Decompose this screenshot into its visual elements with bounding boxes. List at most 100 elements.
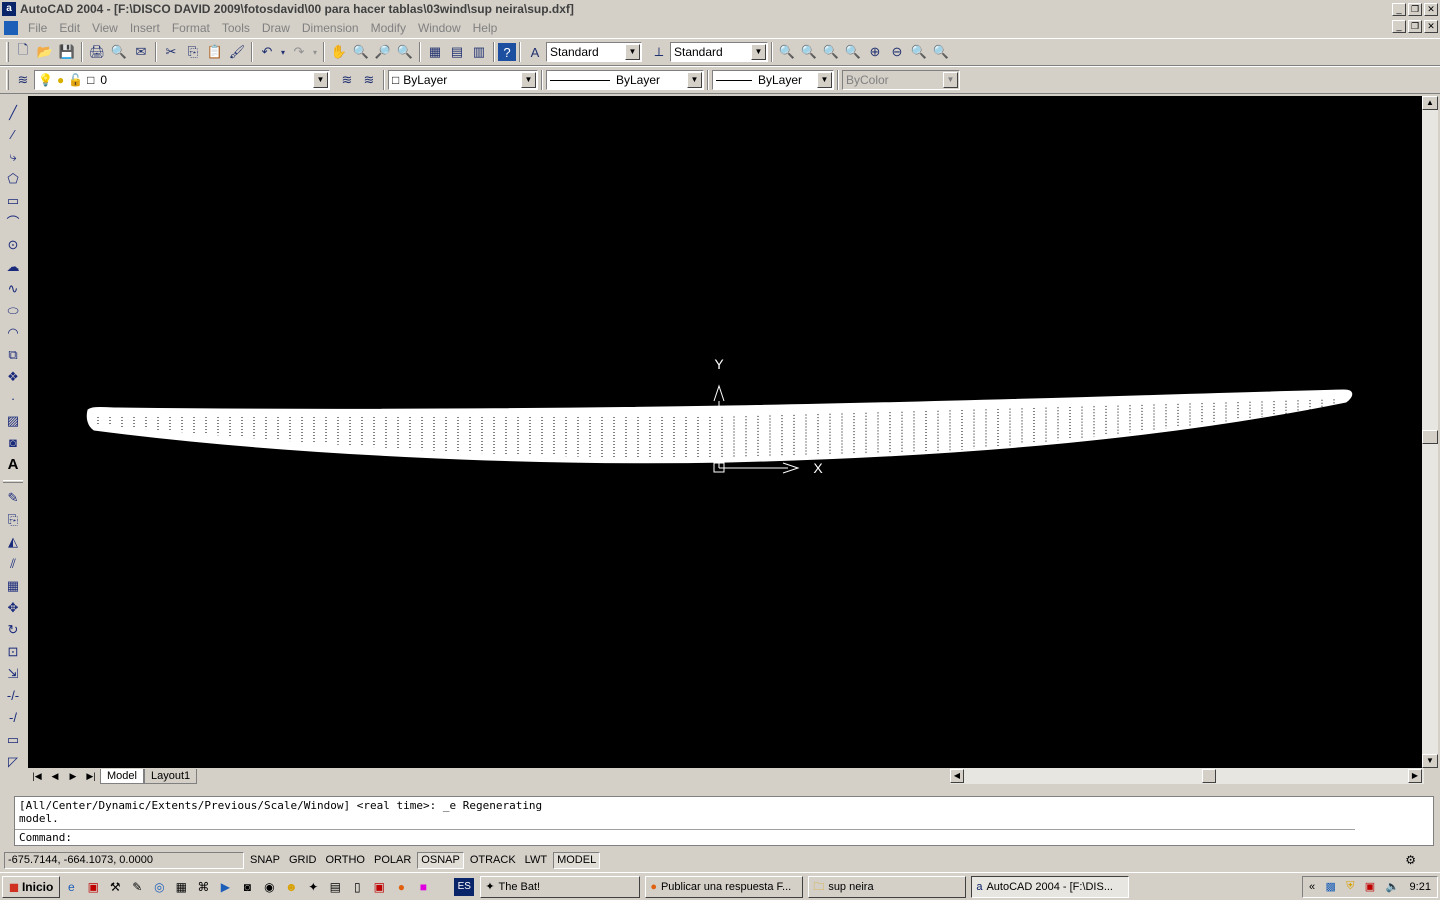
stretch-icon[interactable]: ⇲ bbox=[2, 663, 24, 685]
extend-icon[interactable]: -/ bbox=[2, 707, 24, 729]
paint-icon[interactable]: ■ bbox=[412, 876, 434, 898]
match-properties-icon[interactable]: 🖌 bbox=[226, 41, 248, 63]
zoom-center-icon[interactable]: 🔍 bbox=[842, 41, 864, 63]
media-player-icon[interactable]: ▶ bbox=[214, 876, 236, 898]
make-block-icon[interactable]: ❖ bbox=[2, 366, 24, 388]
properties-icon[interactable]: ▦ bbox=[424, 41, 446, 63]
menu-view[interactable]: View bbox=[86, 21, 124, 35]
task-autocad[interactable]: a AutoCAD 2004 - [F:\DIS... bbox=[971, 875, 1130, 898]
new-file-icon[interactable]: 🗋 bbox=[12, 41, 34, 63]
dim-style-icon[interactable]: ⟂ bbox=[648, 41, 670, 63]
grid-toggle[interactable]: GRID bbox=[286, 852, 320, 869]
autocad-icon[interactable]: a bbox=[2, 2, 16, 16]
globe-icon[interactable]: ◉ bbox=[258, 876, 280, 898]
copy-object-icon[interactable]: ⎘ bbox=[2, 509, 24, 531]
text-style-select[interactable]: Standard ▼ bbox=[546, 42, 642, 62]
first-tab-icon[interactable]: |◀ bbox=[28, 769, 46, 783]
array-icon[interactable]: ▦ bbox=[2, 575, 24, 597]
paste-icon[interactable]: 📋 bbox=[204, 41, 226, 63]
menu-modify[interactable]: Modify bbox=[365, 21, 412, 35]
next-tab-icon[interactable]: ▶ bbox=[64, 769, 82, 783]
move-icon[interactable]: ✥ bbox=[2, 597, 24, 619]
text-style-icon[interactable]: A bbox=[524, 41, 546, 63]
tool-palettes-icon[interactable]: ▥ bbox=[468, 41, 490, 63]
menu-help[interactable]: Help bbox=[467, 21, 504, 35]
horizontal-scrollbar[interactable]: ◀ ▶ bbox=[950, 768, 1424, 784]
ie-icon[interactable]: e bbox=[60, 876, 82, 898]
lineweight-select[interactable]: ByLayer ▼ bbox=[712, 70, 834, 90]
redo-dropdown-icon[interactable]: ▾ bbox=[310, 41, 320, 63]
close-button[interactable]: ✕ bbox=[1424, 2, 1438, 16]
zoom-extents-icon[interactable]: 🔍 bbox=[930, 41, 952, 63]
prev-tab-icon[interactable]: ◀ bbox=[46, 769, 64, 783]
chevron-down-icon[interactable]: ▼ bbox=[817, 72, 832, 88]
line-icon[interactable]: ╱ bbox=[2, 102, 24, 124]
dim-style-select[interactable]: Standard ▼ bbox=[670, 42, 768, 62]
language-indicator[interactable]: ES bbox=[454, 877, 475, 896]
zoom-dynamic-icon[interactable]: 🔍 bbox=[798, 41, 820, 63]
menu-format[interactable]: Format bbox=[166, 21, 216, 35]
ati-icon[interactable]: ▣ bbox=[1365, 880, 1375, 893]
network-icon[interactable]: ▩ bbox=[1325, 880, 1335, 893]
pan-icon[interactable]: ✋ bbox=[328, 41, 350, 63]
arc-icon[interactable]: ⌒ bbox=[2, 212, 24, 234]
revision-cloud-icon[interactable]: ☁ bbox=[2, 256, 24, 278]
task-publicar-respuesta[interactable]: ● Publicar una respuesta F... bbox=[645, 875, 804, 898]
spline-icon[interactable]: ∿ bbox=[2, 278, 24, 300]
menu-edit[interactable]: Edit bbox=[53, 21, 86, 35]
layer-select[interactable]: 💡 ● 🔓 □ 0 ▼ bbox=[34, 70, 330, 90]
trim-icon[interactable]: -/- bbox=[2, 685, 24, 707]
layer-previous-icon[interactable]: ≋ bbox=[358, 69, 380, 91]
offset-icon[interactable]: ⫽ bbox=[2, 553, 24, 575]
toolbar-grip[interactable] bbox=[6, 42, 9, 62]
document-icon[interactable] bbox=[4, 20, 18, 35]
copy-icon[interactable]: ⎘ bbox=[182, 41, 204, 63]
doc-close-button[interactable]: ✕ bbox=[1424, 20, 1438, 33]
menu-window[interactable]: Window bbox=[412, 21, 467, 35]
zoom-window-icon[interactable]: 🔎 bbox=[372, 41, 394, 63]
task-the-bat[interactable]: ✦ The Bat! bbox=[480, 875, 641, 898]
bat-icon[interactable]: ✦ bbox=[302, 876, 324, 898]
last-tab-icon[interactable]: ▶| bbox=[82, 769, 100, 783]
rotate-icon[interactable]: ↻ bbox=[2, 619, 24, 641]
restore-button[interactable]: ❐ bbox=[1408, 2, 1422, 16]
zoom-window-icon-2[interactable]: 🔍 bbox=[776, 41, 798, 63]
redo-icon[interactable]: ↷ bbox=[288, 41, 310, 63]
help-icon[interactable]: ? bbox=[498, 43, 516, 61]
doc-minimize-button[interactable]: _ bbox=[1392, 20, 1406, 33]
calculator-icon[interactable]: ▦ bbox=[170, 876, 192, 898]
polar-toggle[interactable]: POLAR bbox=[371, 852, 414, 869]
point-icon[interactable]: · bbox=[2, 388, 24, 410]
open-file-icon[interactable]: 📂 bbox=[34, 41, 56, 63]
notepad-icon[interactable]: ✎ bbox=[126, 876, 148, 898]
model-toggle[interactable]: MODEL bbox=[553, 851, 601, 869]
toolbar-grip[interactable] bbox=[6, 70, 9, 90]
circle-icon[interactable]: ⊙ bbox=[2, 234, 24, 256]
ortho-toggle[interactable]: ORTHO bbox=[322, 852, 368, 869]
undo-dropdown-icon[interactable]: ▾ bbox=[278, 41, 288, 63]
rectangle-icon[interactable]: ▭ bbox=[2, 190, 24, 212]
menu-file[interactable]: File bbox=[22, 21, 53, 35]
osnap-toggle[interactable]: OSNAP bbox=[417, 851, 464, 869]
volume-icon[interactable]: 🔈 bbox=[1386, 880, 1400, 893]
color-select[interactable]: □ ByLayer ▼ bbox=[388, 70, 538, 90]
firefox-icon[interactable]: ● bbox=[390, 876, 412, 898]
scroll-left-icon[interactable]: ◀ bbox=[950, 769, 964, 783]
zoom-previous-icon[interactable]: 🔍 bbox=[394, 41, 416, 63]
save-icon[interactable]: 💾 bbox=[56, 41, 78, 63]
menu-dimension[interactable]: Dimension bbox=[296, 21, 365, 35]
lwt-toggle[interactable]: LWT bbox=[522, 852, 550, 869]
chevron-down-icon[interactable]: ▼ bbox=[687, 72, 702, 88]
tool-icon[interactable]: ⚒ bbox=[104, 876, 126, 898]
tab-layout1[interactable]: Layout1 bbox=[143, 768, 198, 784]
document-quick-icon[interactable]: ▯ bbox=[346, 876, 368, 898]
zoom-realtime-icon[interactable]: 🔍 bbox=[350, 41, 372, 63]
vertical-scrollbar[interactable]: ▲ ▼ bbox=[1422, 96, 1438, 768]
tab-model[interactable]: Model bbox=[100, 768, 144, 784]
insert-block-icon[interactable]: ⧉ bbox=[2, 344, 24, 366]
communication-center-icon[interactable]: ⚙ bbox=[1405, 853, 1416, 867]
zoom-out-icon[interactable]: ⊖ bbox=[886, 41, 908, 63]
command-window[interactable]: [All/Center/Dynamic/Extents/Previous/Sca… bbox=[14, 796, 1434, 846]
erase-icon[interactable]: ✎ bbox=[2, 487, 24, 509]
construction-line-icon[interactable]: ⁄ bbox=[2, 124, 24, 146]
